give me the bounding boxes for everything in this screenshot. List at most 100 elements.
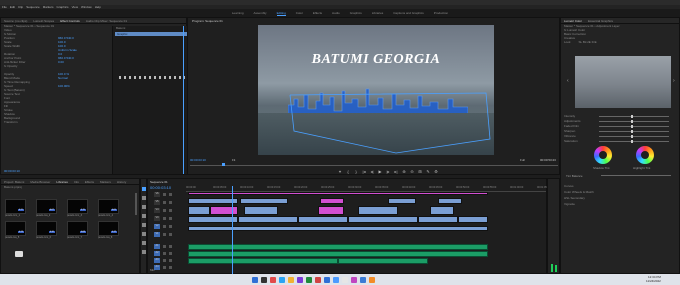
extract-icon[interactable]: ⊖: [410, 170, 414, 174]
video-clip[interactable]: [240, 198, 288, 204]
tab-effects[interactable]: Effects: [85, 180, 94, 184]
clip-thumbnail[interactable]: [36, 221, 57, 236]
ec-playhead[interactable]: [183, 26, 184, 174]
lumetri-look-row[interactable]: Look SL BLUE ICE: [561, 40, 679, 44]
go-to-in-icon[interactable]: |◂: [362, 170, 366, 174]
track-solo-icon[interactable]: [169, 252, 172, 255]
effect-row[interactable]: Transform: [1, 120, 111, 124]
video-clip[interactable]: [188, 198, 238, 204]
clip-thumbnail[interactable]: [36, 199, 57, 214]
video-clip[interactable]: [244, 206, 278, 215]
video-clip[interactable]: [188, 226, 488, 231]
lumetri-control-slider[interactable]: [599, 141, 669, 142]
track-mute-icon[interactable]: [163, 245, 166, 248]
taskbar-app-icon[interactable]: [261, 277, 267, 283]
comparison-icon[interactable]: ✎: [426, 170, 430, 174]
lumetri-control-slider[interactable]: [599, 136, 669, 137]
video-clip[interactable]: [210, 206, 238, 215]
slip-icon[interactable]: [142, 223, 146, 227]
track-select-icon[interactable]: [142, 196, 146, 200]
tint-balance-slider[interactable]: [601, 175, 671, 176]
track-mute-icon[interactable]: [163, 266, 166, 269]
video-clip[interactable]: [298, 216, 348, 223]
workspace-tab-editing[interactable]: Editing: [276, 11, 286, 16]
lumetri-control-slider[interactable]: [599, 116, 669, 117]
video-track-header[interactable]: V6: [154, 192, 160, 197]
video-clip[interactable]: [318, 206, 344, 215]
settings-icon[interactable]: ⚙: [434, 170, 438, 174]
track-solo-icon[interactable]: [169, 259, 172, 262]
track-lock-icon[interactable]: [163, 201, 166, 204]
video-clip[interactable]: [348, 216, 418, 223]
lift-icon[interactable]: ⊕: [402, 170, 406, 174]
step-back-icon[interactable]: ◂|: [370, 170, 374, 174]
taskbar-app-icon[interactable]: [288, 277, 294, 283]
track-solo-icon[interactable]: [169, 266, 172, 269]
track-lock-icon[interactable]: [163, 233, 166, 236]
workspace-tab-color[interactable]: Color: [296, 11, 303, 15]
clip-thumbnail[interactable]: [98, 199, 119, 214]
clip-thumbnail[interactable]: [67, 199, 88, 214]
program-scrubber[interactable]: [190, 165, 558, 166]
tab-media-browser[interactable]: Media Browser: [30, 180, 50, 184]
lumetri-slider-handle[interactable]: [631, 115, 633, 118]
workspace-tab-captions[interactable]: Captions and Graphics: [393, 11, 424, 15]
taskbar-app-icon[interactable]: [306, 277, 312, 283]
track-solo-icon[interactable]: [169, 245, 172, 248]
track-eye-icon[interactable]: [169, 225, 172, 228]
mask-outline[interactable]: [286, 91, 492, 155]
track-eye-icon[interactable]: [169, 209, 172, 212]
tab-audio-clip-mixer[interactable]: Audio Clip Mixer: Sequence 01: [86, 19, 127, 23]
step-forward-icon[interactable]: |▸: [386, 170, 390, 174]
taskbar-app-icon[interactable]: [324, 277, 330, 283]
project-scroll-thumb[interactable]: [135, 193, 137, 215]
video-clip[interactable]: [188, 216, 238, 223]
mark-out-icon[interactable]: }: [354, 170, 358, 174]
video-track-header[interactable]: V4: [154, 208, 160, 213]
program-fit-select[interactable]: Fit: [232, 158, 235, 162]
workspace-tab-audio[interactable]: Audio: [332, 11, 340, 15]
video-clip[interactable]: [320, 198, 344, 204]
lumetri-control-slider[interactable]: [599, 121, 669, 122]
track-lock-icon[interactable]: [163, 209, 166, 212]
clip-thumbnail[interactable]: [98, 221, 119, 236]
lumetri-section[interactable]: Vignette: [561, 202, 679, 208]
tab-lumetri-scopes[interactable]: Lumetri Scopes: [33, 19, 54, 23]
play-icon[interactable]: ▶: [378, 170, 382, 174]
video-track-header[interactable]: V3: [154, 216, 160, 221]
video-clip[interactable]: [388, 198, 416, 204]
hand-icon[interactable]: [142, 241, 146, 245]
audio-clip[interactable]: [188, 258, 338, 264]
lumetri-slider-handle[interactable]: [631, 125, 633, 128]
workspace-tab-graphics[interactable]: Graphics: [350, 11, 362, 15]
taskbar-app-icon[interactable]: [342, 277, 348, 283]
taskbar-app-icon[interactable]: [351, 277, 357, 283]
lumetri-look-preview[interactable]: [575, 56, 671, 108]
ripple-edit-icon[interactable]: [142, 205, 146, 209]
audio-track-header[interactable]: A1: [154, 244, 160, 249]
track-mute-icon[interactable]: [163, 252, 166, 255]
track-eye-icon[interactable]: [169, 193, 172, 196]
tab-source[interactable]: Source: (no clips): [4, 19, 27, 23]
lumetri-slider-handle[interactable]: [631, 120, 633, 123]
video-frame[interactable]: BATUMI GEORGIA: [258, 25, 494, 155]
taskbar-app-icon[interactable]: [297, 277, 303, 283]
timeline-playhead[interactable]: [232, 186, 233, 274]
track-eye-icon[interactable]: [169, 201, 172, 204]
look-next-arrow[interactable]: ›: [673, 78, 675, 84]
ec-mini-clip[interactable]: Graphic: [115, 32, 187, 36]
track-eye-icon[interactable]: [169, 233, 172, 236]
audio-track-header[interactable]: A3: [154, 258, 160, 263]
tab-essential-graphics[interactable]: Essential Graphics: [588, 19, 613, 23]
taskbar-app-icon[interactable]: [270, 277, 276, 283]
video-clip[interactable]: [458, 216, 488, 223]
video-clip[interactable]: [238, 216, 298, 223]
program-quality-select[interactable]: Full: [520, 158, 525, 162]
lumetri-control-slider[interactable]: [599, 131, 669, 132]
video-clip[interactable]: [438, 198, 462, 204]
lumetri-slider-handle[interactable]: [631, 135, 633, 138]
type-icon[interactable]: [142, 250, 146, 254]
timeline-label[interactable]: Sequence 01: [150, 180, 168, 184]
video-clip[interactable]: [430, 206, 454, 215]
shadow-tint-wheel[interactable]: [594, 146, 612, 164]
